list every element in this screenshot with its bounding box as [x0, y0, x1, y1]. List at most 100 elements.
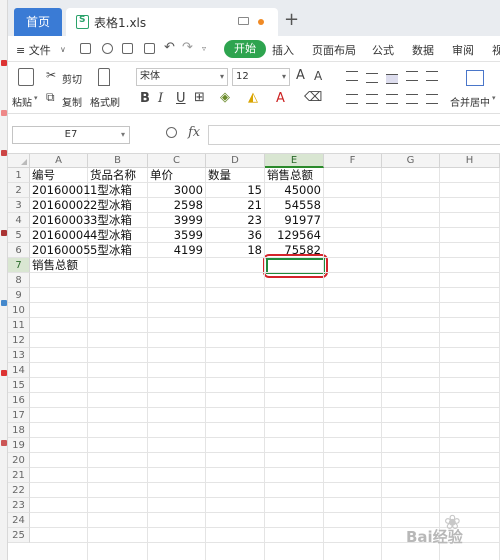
- highlight-icon[interactable]: ◭: [248, 90, 258, 105]
- monitor-icon[interactable]: [238, 17, 249, 25]
- cell-b2[interactable]: 1型冰箱: [90, 183, 132, 198]
- cell-b3[interactable]: 2型冰箱: [90, 198, 132, 213]
- row-header-3[interactable]: 3: [8, 198, 30, 213]
- new-tab-button[interactable]: +: [284, 9, 299, 30]
- row-header-23[interactable]: 23: [8, 498, 30, 513]
- tab-review[interactable]: 审阅: [452, 42, 474, 58]
- cell-b6[interactable]: 5型冰箱: [90, 243, 132, 258]
- align-bottom-icon[interactable]: [386, 74, 398, 84]
- cell-e6[interactable]: 75582: [265, 243, 321, 258]
- cell-d6[interactable]: 18: [206, 243, 262, 258]
- cell-b5[interactable]: 4型冰箱: [90, 228, 132, 243]
- cell-d1[interactable]: 数量: [208, 168, 231, 183]
- wrap-text-icon[interactable]: [406, 71, 418, 81]
- row-header-13[interactable]: 13: [8, 348, 30, 363]
- format-painter-button[interactable]: 格式刷: [90, 94, 120, 109]
- row-header-15[interactable]: 15: [8, 378, 30, 393]
- row-header-1[interactable]: 1: [8, 168, 30, 183]
- chevron-down-icon[interactable]: ∨: [60, 45, 66, 54]
- cell-a2[interactable]: 20160001: [32, 183, 91, 198]
- increase-font-icon[interactable]: A: [296, 68, 305, 83]
- cell-e3[interactable]: 54558: [265, 198, 321, 213]
- row-header-24[interactable]: 24: [8, 513, 30, 528]
- cell-c1[interactable]: 单价: [150, 168, 173, 183]
- cell-d3[interactable]: 21: [206, 198, 262, 213]
- row-header-8[interactable]: 8: [8, 273, 30, 288]
- row-header-7[interactable]: 7: [8, 258, 30, 273]
- align-middle-icon[interactable]: [366, 73, 378, 83]
- tab-formulas[interactable]: 公式: [372, 42, 394, 58]
- cell-a5[interactable]: 20160004: [32, 228, 91, 243]
- row-header-16[interactable]: 16: [8, 393, 30, 408]
- row-header-11[interactable]: 11: [8, 318, 30, 333]
- merge-center-button[interactable]: 合并居中: [450, 94, 490, 109]
- copy-button[interactable]: 复制: [62, 94, 82, 109]
- cell-a4[interactable]: 20160003: [32, 213, 91, 228]
- paste-icon[interactable]: [18, 68, 34, 86]
- cell-b1[interactable]: 货品名称: [90, 168, 136, 183]
- row-header-9[interactable]: 9: [8, 288, 30, 303]
- tab-view[interactable]: 视: [492, 42, 500, 58]
- column-header-a[interactable]: A: [30, 154, 88, 168]
- paste-dropdown-icon[interactable]: ▾: [34, 94, 38, 102]
- cell-a7[interactable]: 销售总额: [32, 258, 78, 273]
- cell-e1[interactable]: 销售总额: [267, 168, 313, 183]
- row-header-12[interactable]: 12: [8, 333, 30, 348]
- align-top-icon[interactable]: [346, 71, 358, 81]
- file-menu[interactable]: ≡ 文件: [16, 42, 51, 58]
- cell-a6[interactable]: 20160005: [32, 243, 91, 258]
- border-icon[interactable]: ⊞: [194, 90, 205, 105]
- row-header-21[interactable]: 21: [8, 468, 30, 483]
- align-left-icon[interactable]: [346, 94, 358, 104]
- select-all-corner[interactable]: [8, 154, 30, 168]
- justify-icon[interactable]: [406, 94, 418, 104]
- column-header-f[interactable]: F: [324, 154, 382, 168]
- merge-dropdown-icon[interactable]: ▾: [492, 94, 496, 102]
- fill-color-icon[interactable]: ◈: [220, 90, 230, 105]
- cell-c5[interactable]: 3599: [148, 228, 203, 243]
- cell-a1[interactable]: 编号: [32, 168, 55, 183]
- row-header-2[interactable]: 2: [8, 183, 30, 198]
- paste-button[interactable]: 粘贴: [12, 94, 32, 109]
- column-header-g[interactable]: G: [382, 154, 440, 168]
- redo-icon[interactable]: ↷: [182, 40, 193, 55]
- cell-d4[interactable]: 23: [206, 213, 262, 228]
- distributed-icon[interactable]: [426, 94, 438, 104]
- home-tab[interactable]: 首页: [14, 8, 62, 36]
- cell-d5[interactable]: 36: [206, 228, 262, 243]
- row-header-19[interactable]: 19: [8, 438, 30, 453]
- cell-e4[interactable]: 91977: [265, 213, 321, 228]
- row-header-10[interactable]: 10: [8, 303, 30, 318]
- export-icon[interactable]: [102, 43, 113, 54]
- cell-b4[interactable]: 3型冰箱: [90, 213, 132, 228]
- row-header-25[interactable]: 25: [8, 528, 30, 543]
- fx-icon[interactable]: fx: [188, 125, 200, 140]
- row-header-22[interactable]: 22: [8, 483, 30, 498]
- spreadsheet-grid[interactable]: A B C D E F G H 1 2 3 4 5 6 7 8 9 10 11 12 13 14 15 16 17 18 19 20 2…: [8, 154, 500, 560]
- align-center-icon[interactable]: [366, 94, 378, 104]
- cell-d2[interactable]: 15: [206, 183, 262, 198]
- formula-input[interactable]: [208, 125, 500, 145]
- merge-cells-icon[interactable]: [466, 70, 484, 86]
- row-header-5[interactable]: 5: [8, 228, 30, 243]
- italic-icon[interactable]: I: [158, 91, 163, 106]
- row-header-4[interactable]: 4: [8, 213, 30, 228]
- save-icon[interactable]: [80, 43, 91, 54]
- column-header-h[interactable]: H: [440, 154, 500, 168]
- column-header-e[interactable]: E: [265, 154, 324, 168]
- cell-c3[interactable]: 2598: [148, 198, 203, 213]
- cell-e5[interactable]: 129564: [265, 228, 321, 243]
- align-right-icon[interactable]: [386, 94, 398, 104]
- bold-icon[interactable]: B: [140, 91, 150, 106]
- copy-icon[interactable]: ⧉: [46, 90, 55, 105]
- row-header-6[interactable]: 6: [8, 243, 30, 258]
- font-size-select[interactable]: 12 ▾: [232, 68, 290, 86]
- undo-icon[interactable]: ↶: [164, 40, 175, 55]
- row-header-18[interactable]: 18: [8, 423, 30, 438]
- row-header-20[interactable]: 20: [8, 453, 30, 468]
- format-painter-icon[interactable]: [98, 68, 110, 86]
- document-tab[interactable]: 表格1.xls: [66, 8, 278, 36]
- print-preview-icon[interactable]: [144, 43, 155, 54]
- cell-a3[interactable]: 20160002: [32, 198, 91, 213]
- cell-c6[interactable]: 4199: [148, 243, 203, 258]
